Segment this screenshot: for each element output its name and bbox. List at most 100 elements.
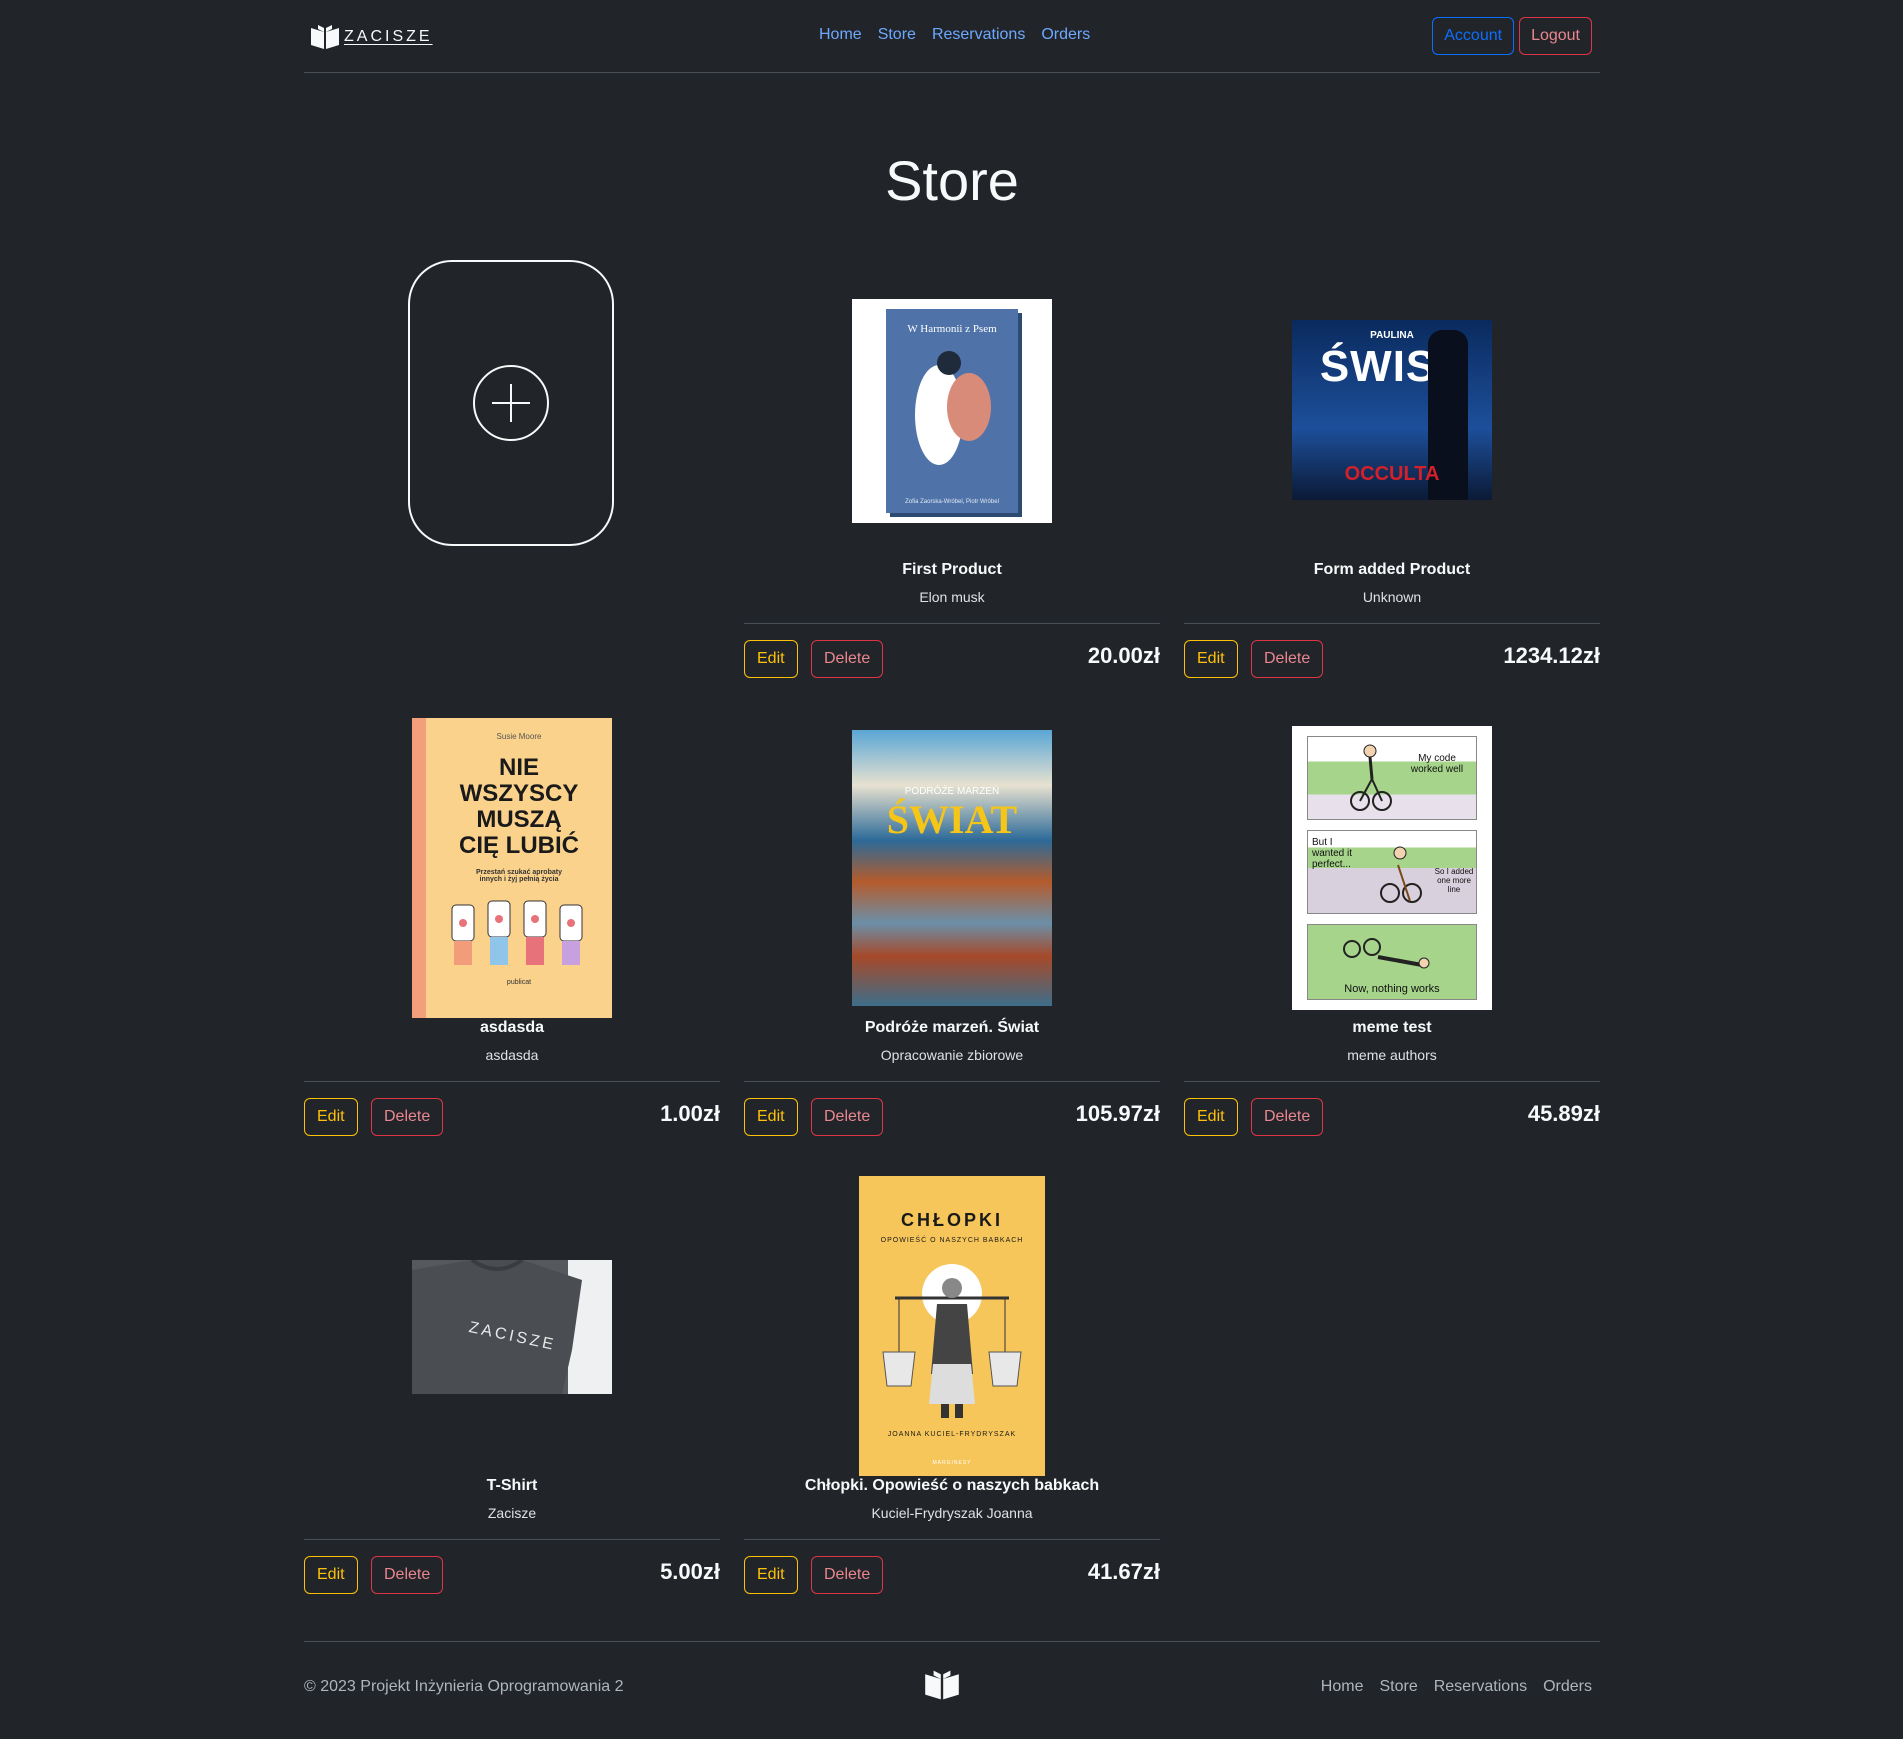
meme-panel-1: My code worked well bbox=[1307, 736, 1477, 820]
book-cover-swist: PAULINA ŚWIST OCCULTA bbox=[1292, 320, 1492, 500]
card-divider bbox=[304, 1539, 720, 1540]
product-image[interactable]: PAULINA ŚWIST OCCULTA bbox=[1184, 320, 1600, 500]
product-name: Chłopki. Opowieść o naszych babkach bbox=[804, 1477, 1100, 1494]
product-author: Unknown bbox=[1362, 589, 1422, 605]
delete-button[interactable]: Delete bbox=[811, 640, 884, 678]
open-book-icon bbox=[311, 25, 339, 49]
footer-store-link[interactable]: Store bbox=[1379, 1678, 1417, 1696]
phones-illustration-icon bbox=[451, 900, 583, 965]
card-divider bbox=[304, 1081, 720, 1082]
peasant-woman-illustration-icon bbox=[882, 1264, 1022, 1418]
edit-button[interactable]: Edit bbox=[1184, 1098, 1238, 1136]
bike-rider-icon bbox=[1350, 744, 1392, 811]
product-price: 45.89zł bbox=[1527, 1101, 1600, 1126]
cover-subtitle: OCCULTA bbox=[1344, 463, 1440, 485]
cover-publisher: MARGINESY bbox=[932, 1460, 972, 1466]
open-book-icon bbox=[925, 1670, 959, 1700]
delete-button[interactable]: Delete bbox=[1251, 640, 1324, 678]
delete-button[interactable]: Delete bbox=[371, 1098, 444, 1136]
product-author: Elon musk bbox=[919, 589, 985, 605]
edit-button[interactable]: Edit bbox=[304, 1098, 358, 1136]
product-author: Zacisze bbox=[487, 1505, 537, 1521]
cover-author: Susie Moore bbox=[496, 732, 542, 741]
t-shirt-image: ZACISZE bbox=[412, 1260, 612, 1394]
book-cover-podroze-swiat: PODRÓŻE MARZEŃ ŚWIAT bbox=[852, 730, 1052, 1006]
cover-publisher: publicat bbox=[506, 979, 532, 986]
cover-title: CHŁOPKI bbox=[901, 1210, 1003, 1230]
edit-button[interactable]: Edit bbox=[744, 1098, 798, 1136]
product-name: Form added Product bbox=[1313, 561, 1471, 578]
product-price: 1234.12zł bbox=[1503, 643, 1600, 668]
edit-button[interactable]: Edit bbox=[1184, 640, 1238, 678]
plus-circle-icon bbox=[473, 365, 549, 441]
header-buttons: Account Logout bbox=[1432, 17, 1592, 55]
meme-image: My code worked well But I wanted it perf… bbox=[1292, 726, 1492, 1010]
nav-reservations-link[interactable]: Reservations bbox=[932, 26, 1025, 44]
product-name: First Product bbox=[902, 561, 1002, 578]
cover-authors: Zofia Zaorska-Wróbel, Piotr Wróbel bbox=[905, 499, 999, 505]
product-image[interactable]: W Harmonii z Psem Zofia Zaorska-Wróbel, … bbox=[744, 298, 1160, 524]
woman-dog-illustration-icon bbox=[915, 351, 991, 465]
page-title: Store bbox=[885, 149, 1019, 212]
product-image[interactable]: ZACISZE bbox=[304, 1260, 720, 1394]
book-cover-w-harmonii: W Harmonii z Psem Zofia Zaorska-Wróbel, … bbox=[852, 299, 1052, 523]
brand-name: ZACISZE bbox=[344, 28, 433, 45]
product-author: asdasda bbox=[485, 1047, 539, 1063]
edit-button[interactable]: Edit bbox=[744, 1556, 798, 1594]
product-price: 105.97zł bbox=[1075, 1101, 1160, 1126]
cover-title: ŚWIAT bbox=[886, 797, 1018, 842]
card-divider bbox=[1184, 623, 1600, 624]
product-author: Kuciel-Frydryszak Joanna bbox=[871, 1505, 1033, 1521]
delete-button[interactable]: Delete bbox=[811, 1098, 884, 1136]
site-header: ZACISZE Home Store Reservations Orders A… bbox=[304, 0, 1600, 73]
product-author: meme authors bbox=[1347, 1047, 1437, 1063]
meme-caption-2b: So I added one more line bbox=[1434, 867, 1474, 894]
brand-logo[interactable]: ZACISZE bbox=[310, 24, 433, 50]
delete-button[interactable]: Delete bbox=[811, 1556, 884, 1594]
delete-button[interactable]: Delete bbox=[371, 1556, 444, 1594]
product-image[interactable]: CHŁOPKI OPOWIEŚĆ O NASZYCH BABKACH JOANN… bbox=[744, 1176, 1160, 1476]
cover-subtitle: Przestań szukać aprobaty innych i żyj pe… bbox=[476, 869, 562, 883]
card-divider bbox=[744, 623, 1160, 624]
cover-title: W Harmonii z Psem bbox=[907, 323, 997, 335]
product-image[interactable]: Susie Moore NIE WSZYSCY MUSZĄ CIĘ LUBIĆ … bbox=[304, 718, 720, 1018]
delete-button[interactable]: Delete bbox=[1251, 1098, 1324, 1136]
footer-orders-link[interactable]: Orders bbox=[1543, 1678, 1592, 1696]
product-name: Podróże marzeń. Świat bbox=[864, 1019, 1040, 1036]
card-divider bbox=[744, 1081, 1160, 1082]
nav-orders-link[interactable]: Orders bbox=[1041, 26, 1090, 44]
cover-title: NIE WSZYSCY MUSZĄ CIĘ LUBIĆ bbox=[459, 754, 579, 859]
footer-nav: Home Store Reservations Orders bbox=[1321, 1678, 1592, 1696]
product-price: 1.00zł bbox=[660, 1101, 720, 1126]
site-footer: © 2023 Projekt Inżynieria Oprogramowania… bbox=[304, 1641, 1600, 1722]
main-nav: Home Store Reservations Orders bbox=[819, 26, 1090, 44]
copyright-text: © 2023 Projekt Inżynieria Oprogramowania… bbox=[304, 1678, 624, 1695]
product-author: Opracowanie zbiorowe bbox=[880, 1047, 1024, 1063]
product-image[interactable]: My code worked well But I wanted it perf… bbox=[1184, 726, 1600, 1010]
card-divider bbox=[744, 1539, 1160, 1540]
logout-button[interactable]: Logout bbox=[1519, 17, 1592, 55]
meme-caption-1: My code worked well bbox=[1410, 753, 1464, 775]
meme-caption-2a: But I wanted it perfect... bbox=[1312, 837, 1353, 870]
cover-author: JOANNA KUCIEL-FRYDRYSZAK bbox=[887, 1431, 1017, 1438]
edit-button[interactable]: Edit bbox=[744, 640, 798, 678]
meme-caption-3: Now, nothing works bbox=[1344, 983, 1440, 995]
product-price: 20.00zł bbox=[1087, 643, 1160, 668]
nav-store-link[interactable]: Store bbox=[878, 26, 916, 44]
card-divider bbox=[1184, 1081, 1600, 1082]
product-image[interactable]: PODRÓŻE MARZEŃ ŚWIAT bbox=[744, 730, 1160, 1006]
nav-home-link[interactable]: Home bbox=[819, 26, 862, 44]
footer-home-link[interactable]: Home bbox=[1321, 1678, 1364, 1696]
product-price: 41.67zł bbox=[1087, 1559, 1160, 1584]
footer-reservations-link[interactable]: Reservations bbox=[1434, 1678, 1527, 1696]
meme-panel-3: Now, nothing works bbox=[1307, 924, 1477, 1000]
book-cover-chlopki: CHŁOPKI OPOWIEŚĆ O NASZYCH BABKACH JOANN… bbox=[859, 1176, 1045, 1476]
account-button[interactable]: Account bbox=[1432, 17, 1515, 55]
product-name: meme test bbox=[1352, 1019, 1432, 1036]
cover-subtitle: OPOWIEŚĆ O NASZYCH BABKACH bbox=[880, 1237, 1024, 1244]
page-container: ZACISZE Home Store Reservations Orders A… bbox=[304, 0, 1600, 1700]
footer-logo[interactable] bbox=[924, 1669, 960, 1706]
edit-button[interactable]: Edit bbox=[304, 1556, 358, 1594]
product-price: 5.00zł bbox=[660, 1559, 720, 1584]
add-product-button[interactable] bbox=[408, 260, 614, 546]
